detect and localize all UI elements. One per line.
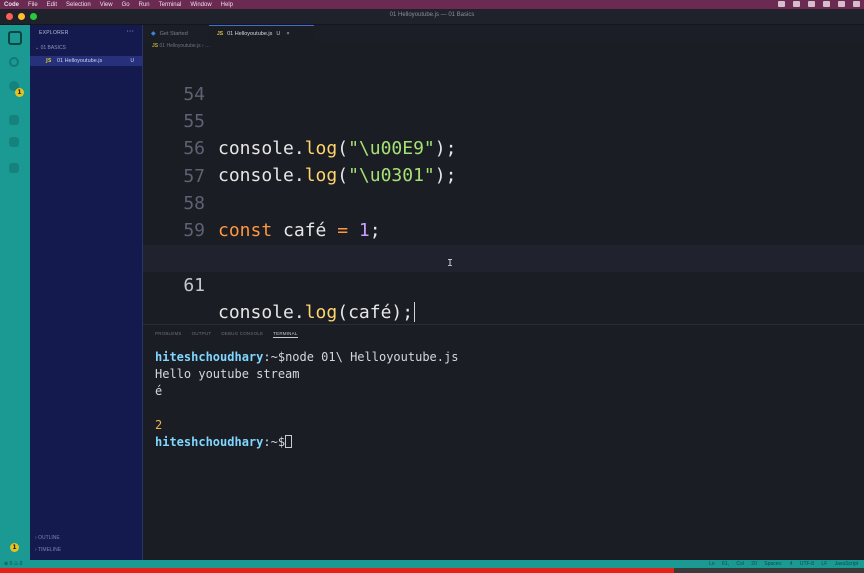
tab-get-started[interactable]: ◆ Get Started — [143, 25, 209, 42]
menu-help[interactable]: Help — [221, 2, 233, 8]
timeline-section[interactable]: › TIMELINE — [35, 547, 61, 553]
code-line: 60 — [143, 218, 864, 269]
explorer-sidebar: EXPLORER ··· ⌄ 01 BASICS JS 01 Helloyout… — [30, 25, 143, 560]
text-cursor — [414, 302, 416, 322]
prompt-user: hiteshchoudhary — [155, 435, 264, 449]
untracked-badge: U — [130, 58, 134, 64]
status-bar: ⊗ 0 ⚠ 0 Ln 61, Col 20 Spaces: 4 UTF-8 LF… — [0, 560, 864, 568]
window-title-bar: 01 Helloyoutube.js — 01 Basics — [0, 9, 864, 25]
editor-status[interactable]: Ln 61, Col 20 Spaces: 4 UTF-8 LF JavaScr… — [709, 560, 858, 568]
source-control-badge: 1 — [15, 88, 24, 97]
file-helloyoutube[interactable]: JS 01 Helloyoutube.js U — [30, 56, 142, 66]
breadcrumb-rest[interactable]: … — [205, 43, 210, 49]
line-number: 61 — [183, 275, 205, 296]
accounts-badge[interactable]: 1 — [10, 543, 19, 552]
menu-window[interactable]: Window — [190, 2, 211, 8]
explorer-header: EXPLORER — [39, 30, 69, 36]
menu-view[interactable]: View — [100, 2, 113, 8]
outline-section[interactable]: › OUTLINE — [35, 535, 60, 541]
bottom-panel: PROBLEMS OUTPUT DEBUG CONSOLE TERMINAL h… — [143, 324, 864, 560]
tab-label: 01 Helloyoutube.js — [227, 31, 273, 37]
prompt-path: :~$ — [263, 350, 286, 364]
tab-terminal[interactable]: TERMINAL — [273, 331, 298, 338]
code-editor[interactable]: 54 55 console.log("\u00E9"); 56 console.… — [143, 52, 864, 324]
menu-go[interactable]: Go — [122, 2, 130, 8]
more-actions-icon[interactable]: ··· — [126, 27, 134, 36]
terminal-line: 2 — [155, 418, 163, 432]
remote-explorer-icon[interactable] — [9, 163, 19, 173]
terminal-output[interactable]: hiteshchoudhary:~$node 01\ Helloyoutube.… — [155, 349, 458, 451]
timeline-label: TIMELINE — [37, 547, 62, 553]
code-line: 58 const café = 1; — [143, 163, 864, 241]
code-line-active: 61 console.log(café); I — [143, 245, 864, 323]
run-debug-icon[interactable] — [9, 115, 19, 125]
terminal-line: hiteshchoudhary:~$ — [155, 435, 293, 449]
terminal-line: hiteshchoudhary:~$node 01\ Helloyoutube.… — [155, 350, 458, 364]
menu-app-name[interactable]: Code — [4, 2, 19, 8]
editor-tabs: ◆ Get Started JS 01 Helloyoutube.js U × — [143, 25, 864, 42]
terminal-line: Hello youtube stream — [155, 367, 300, 381]
code-line: 56 console.log("\u0301"); — [143, 108, 864, 186]
panel-tabs: PROBLEMS OUTPUT DEBUG CONSOLE TERMINAL — [155, 331, 298, 338]
js-file-icon: JS — [217, 31, 224, 37]
search-icon[interactable] — [9, 57, 19, 67]
outline-label: OUTLINE — [38, 535, 60, 541]
status-icon[interactable] — [823, 1, 830, 7]
status-icon[interactable] — [853, 1, 860, 7]
status-icon[interactable] — [778, 1, 785, 7]
tab-debug-console[interactable]: DEBUG CONSOLE — [221, 331, 263, 338]
mac-menu-bar: Code File Edit Selection View Go Run Ter… — [0, 0, 864, 9]
terminal-line: é — [155, 384, 163, 398]
code-line: 57 — [143, 136, 864, 187]
menu-selection[interactable]: Selection — [66, 2, 91, 8]
files-icon[interactable] — [8, 31, 22, 45]
code-text: console.log(café); — [218, 302, 416, 323]
terminal-command: node 01\ Helloyoutube.js — [285, 350, 459, 364]
tab-label: Get Started — [159, 30, 188, 37]
problems-status[interactable]: ⊗ 0 ⚠ 0 — [4, 560, 22, 568]
activity-bar: 1 1 — [0, 25, 30, 560]
menu-terminal[interactable]: Terminal — [159, 2, 182, 8]
js-file-icon: JS — [46, 58, 52, 64]
prompt-user: hiteshchoudhary — [155, 350, 264, 364]
gear-icon[interactable] — [808, 1, 815, 7]
menu-file[interactable]: File — [28, 2, 38, 8]
tab-problems[interactable]: PROBLEMS — [155, 331, 182, 338]
folder-label: 01 BASICS — [40, 45, 66, 51]
tab-output[interactable]: OUTPUT — [192, 331, 212, 338]
terminal-cursor — [285, 435, 293, 448]
folder-basics[interactable]: ⌄ 01 BASICS — [35, 45, 66, 51]
menu-run[interactable]: Run — [139, 2, 150, 8]
code-line: 59 const café = 2; — [143, 190, 864, 268]
menu-edit[interactable]: Edit — [47, 2, 57, 8]
window-title: 01 Helloyoutube.js — 01 Basics — [389, 12, 475, 18]
code-line: 55 console.log("\u00E9"); — [143, 81, 864, 159]
status-icon[interactable] — [793, 1, 800, 7]
tab-helloyoutube[interactable]: JS 01 Helloyoutube.js U × — [209, 25, 314, 42]
vscode-icon: ◆ — [151, 31, 156, 37]
file-name: 01 Helloyoutube.js — [57, 58, 103, 64]
video-progress-fill — [0, 568, 674, 573]
breadcrumb: JS 01 Helloyoutube.js › … — [152, 43, 210, 49]
prompt-path: :~$ — [263, 435, 286, 449]
extensions-icon[interactable] — [9, 137, 19, 147]
status-icon[interactable] — [838, 1, 845, 7]
mouse-ibeam-icon: I — [447, 258, 454, 269]
code-line: 54 — [143, 54, 864, 105]
close-icon[interactable]: × — [286, 31, 289, 37]
untracked-badge: U — [276, 31, 281, 37]
video-progress-bar[interactable] — [0, 568, 864, 573]
breadcrumb-file[interactable]: 01 Helloyoutube.js — [160, 43, 201, 49]
menu-status-icons — [778, 1, 860, 7]
js-file-icon: JS — [152, 43, 159, 49]
breadcrumb-separator: › — [202, 43, 204, 49]
